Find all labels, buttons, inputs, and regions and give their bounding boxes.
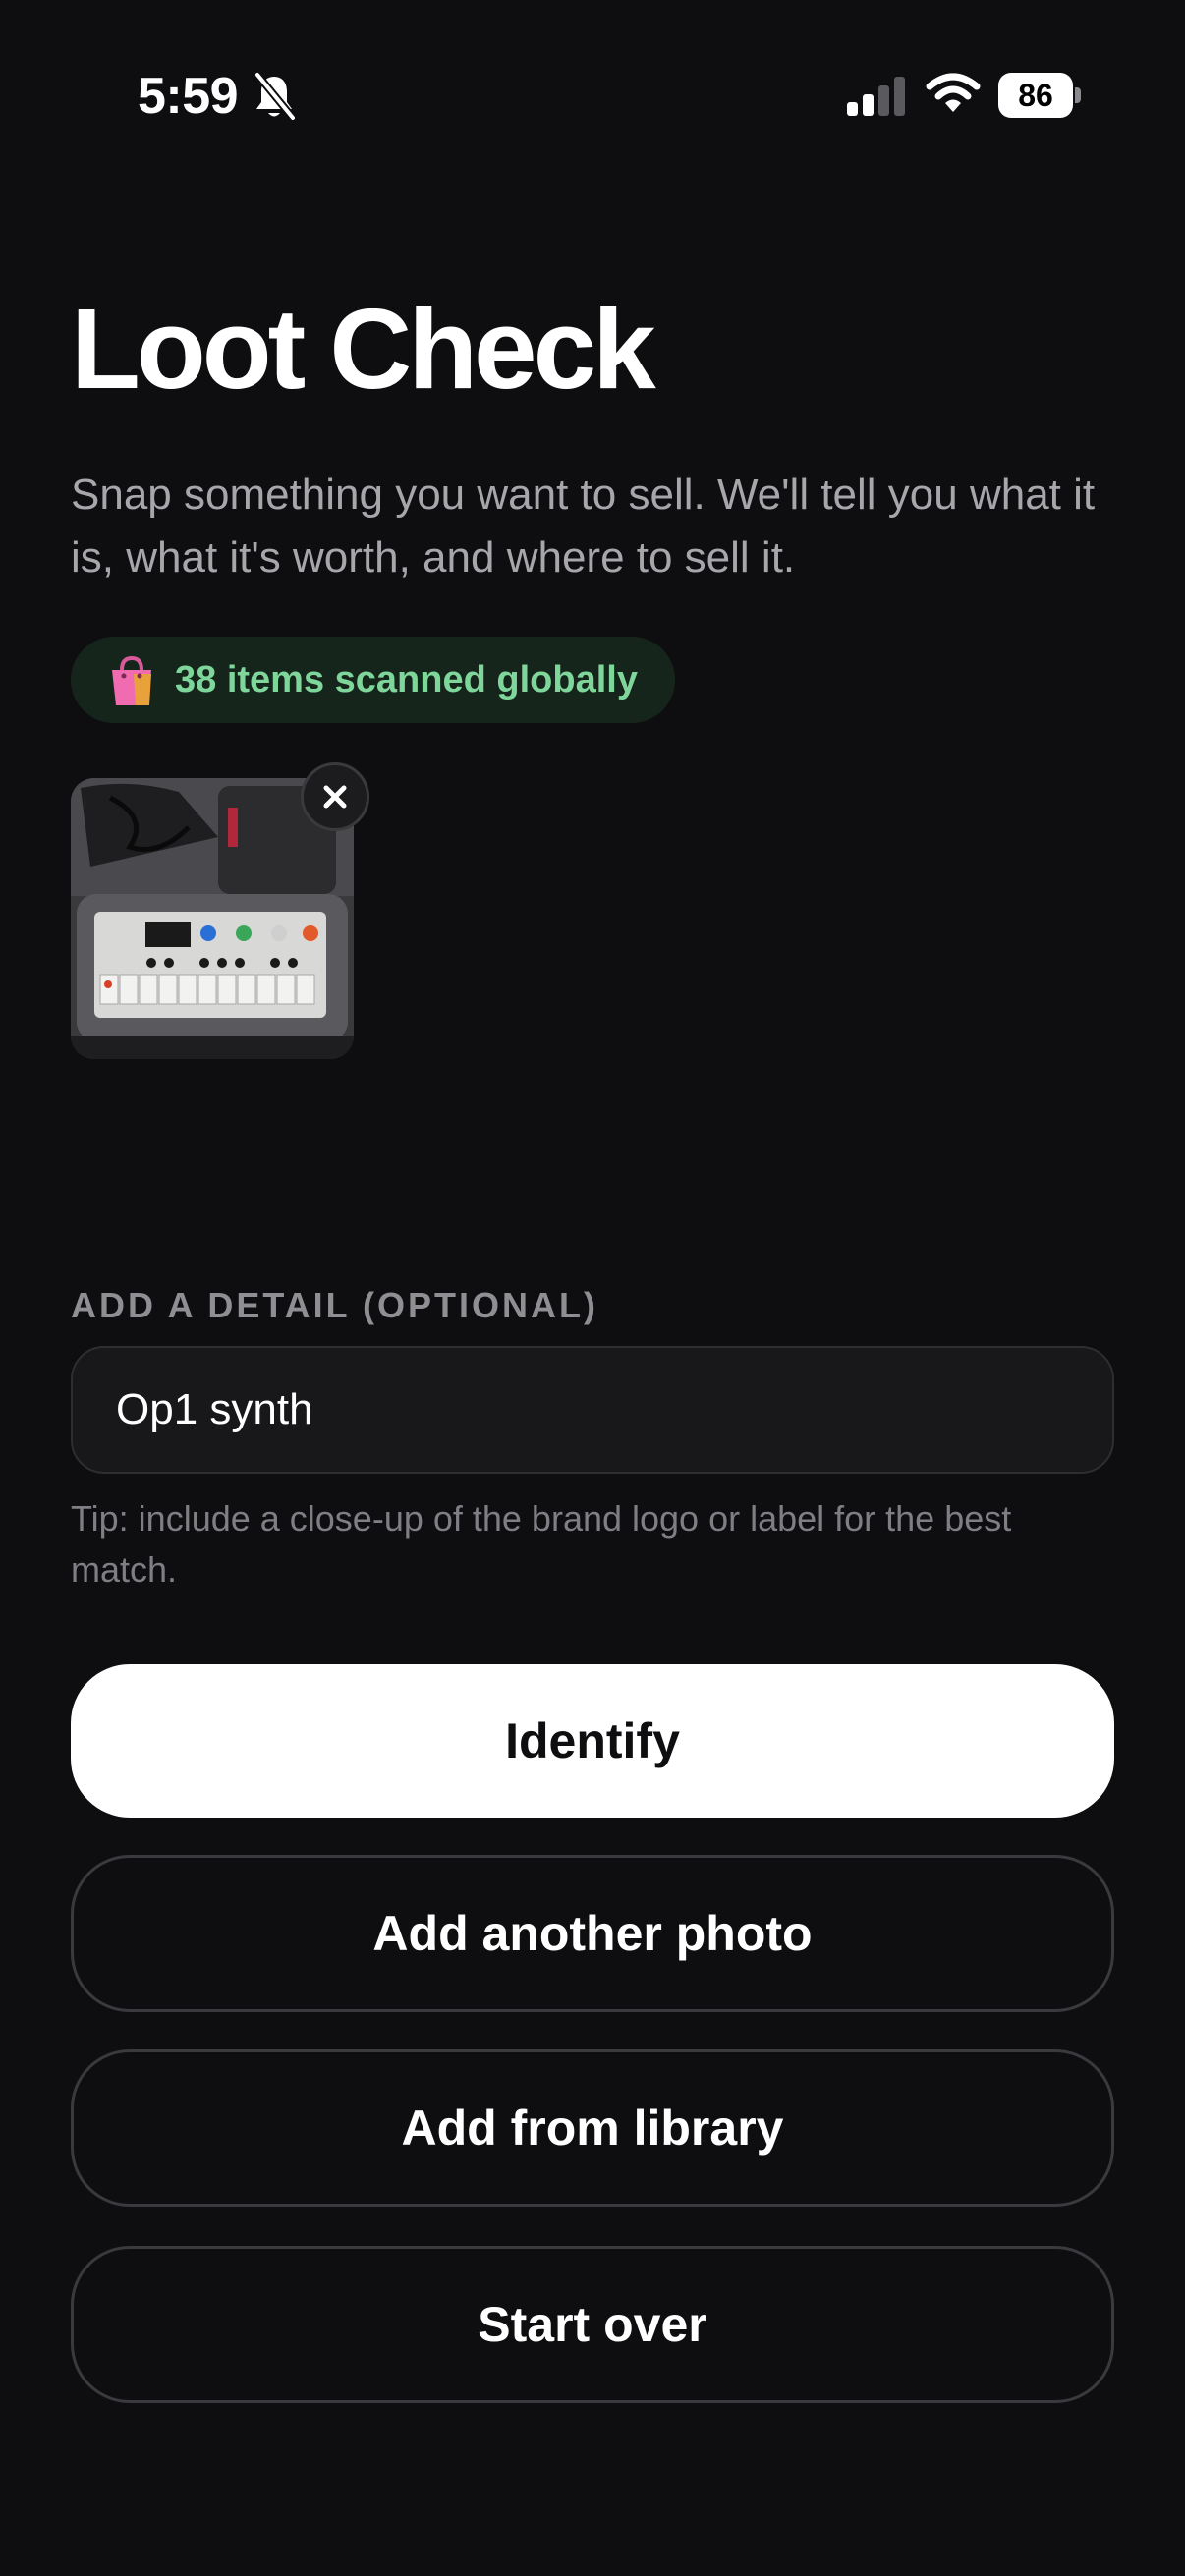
scan-count-badge: 38 items scanned globally [71,637,675,723]
page-title: Loot Check [71,285,656,413]
close-icon [323,785,347,809]
start-over-button[interactable]: Start over [71,2246,1114,2403]
detail-field-label: ADD A DETAIL (OPTIONAL) [71,1285,598,1325]
wifi-icon [926,73,981,112]
status-bar: 5:59 86 [0,0,1185,196]
remove-photo-button[interactable] [301,762,369,831]
add-from-library-button[interactable]: Add from library [71,2049,1114,2207]
signal-icon [847,77,905,116]
scan-count-text: 38 items scanned globally [175,658,638,700]
tip-text: Tip: include a close-up of the brand log… [71,1498,1012,1590]
battery-level: 86 [1018,78,1053,113]
page-subtitle: Snap something you want to sell. We'll t… [71,471,1096,582]
detail-input[interactable] [71,1346,1114,1474]
shopping-bags-icon [112,655,151,705]
battery-icon: 86 [998,73,1081,118]
bell-off-icon [254,71,297,122]
add-another-photo-button[interactable]: Add another photo [71,1855,1114,2012]
identify-button[interactable]: Identify [71,1664,1114,1818]
status-time: 5:59 [138,68,239,125]
